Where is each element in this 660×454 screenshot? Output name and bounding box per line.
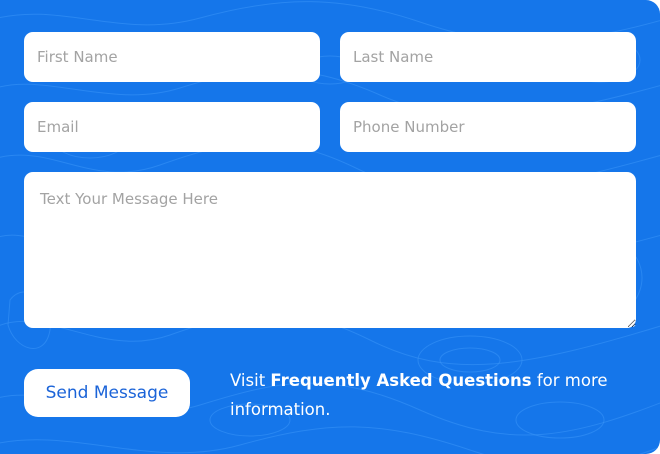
last-name-input[interactable] xyxy=(340,32,636,82)
send-message-button[interactable]: Send Message xyxy=(24,369,190,417)
faq-link[interactable]: Frequently Asked Questions xyxy=(270,371,531,390)
contact-form-panel: Send Message Visit Frequently Asked Ques… xyxy=(0,0,660,454)
phone-number-input[interactable] xyxy=(340,102,636,152)
message-textarea[interactable] xyxy=(24,172,636,328)
faq-prefix: Visit xyxy=(230,371,271,390)
faq-info-text: Visit Frequently Asked Questions for mor… xyxy=(230,366,610,424)
email-input[interactable] xyxy=(24,102,320,152)
first-name-input[interactable] xyxy=(24,32,320,82)
